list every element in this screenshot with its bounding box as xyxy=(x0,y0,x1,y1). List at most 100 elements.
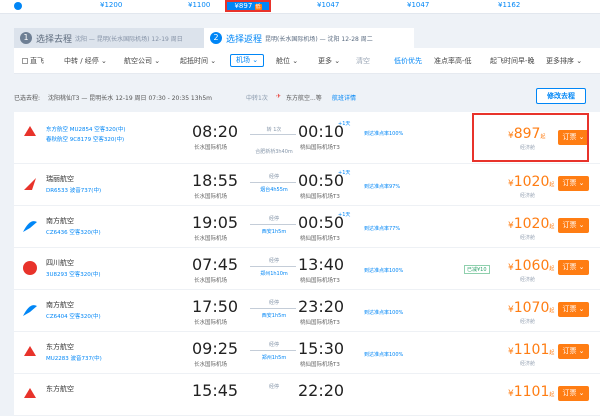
time-filter[interactable]: 起抵时间 ⌄ xyxy=(180,56,216,66)
outbound-route: 沈阳桃仙T3 — 昆明长水 12-19 周日 07:30 - 20:35 13h… xyxy=(48,95,213,102)
departure-time: 08:20 xyxy=(192,122,239,141)
airline-logo-icon xyxy=(22,176,38,192)
airport-filter[interactable]: 机场 ⌄ xyxy=(230,54,265,67)
stop-city: 郑州1h5m xyxy=(261,355,287,361)
date-price[interactable]: ¥1100 xyxy=(188,1,210,9)
prev-dates-icon[interactable] xyxy=(14,2,22,10)
book-button[interactable]: 订票 ⌄ xyxy=(558,176,589,191)
flight-detail-link[interactable]: 航班详情 xyxy=(332,93,356,102)
sort-low-price[interactable]: 低价优先 xyxy=(394,56,422,66)
next-day-marker: +1天 xyxy=(338,121,351,127)
flight-row[interactable]: 南方航空 CZ6404 空客320(中) 17:50 长水国际机场 经停 西安1… xyxy=(14,290,600,332)
stop-city: 烟台4h55m xyxy=(260,187,288,193)
sort-ontime[interactable]: 准点率高-低 xyxy=(434,56,472,66)
route-line xyxy=(250,134,296,135)
flight-price: ¥1020起 xyxy=(508,174,555,190)
flight-code: MU2283 波音737(中) xyxy=(46,356,102,362)
ontime-rate: 到达准点率100% xyxy=(364,310,404,316)
cabin-filter[interactable]: 舱位 ⌄ xyxy=(276,56,298,66)
flight-row[interactable]: 东方航空 15:45 经停 22:20 ¥1101起 订票 ⌄ xyxy=(14,374,600,416)
book-label: 订票 xyxy=(562,347,577,355)
airline-logo-icon xyxy=(22,344,38,360)
tab-return[interactable]: 2 选择返程 昆明(长水国际机场) — 沈阳 12-28 周二 xyxy=(204,28,414,48)
flight-row[interactable]: 东方航空 MU2283 波音737(中) 09:25 长水国际机场 经停 郑州1… xyxy=(14,332,600,374)
clear-filters-link[interactable]: 清空 xyxy=(356,56,370,66)
date-price-selected[interactable]: ¥897 低 xyxy=(225,0,271,12)
more-filter[interactable]: 更多 ⌄ xyxy=(318,56,340,66)
route-line xyxy=(250,182,296,183)
book-label: 订票 xyxy=(562,305,577,313)
change-outbound-button[interactable]: 修改去程 xyxy=(536,88,586,104)
outbound-stop: 中转1次 xyxy=(246,95,268,102)
route-line xyxy=(250,224,296,225)
direct-checkbox[interactable]: 直飞 xyxy=(22,56,44,66)
ontime-rate: 到达准点率97% xyxy=(364,184,401,190)
airline-filter-label: 航空公司 xyxy=(124,57,152,65)
flight-price: ¥1070起 xyxy=(508,300,555,316)
airline-name: 瑞丽航空 xyxy=(46,175,74,183)
cabin-note: 经济舱 xyxy=(520,361,536,367)
departure-airport: 长水国际机场 xyxy=(194,278,228,284)
low-price-badge: 低 xyxy=(254,4,262,10)
stop-info: 经停 xyxy=(268,300,279,306)
tab-label: 选择去程 xyxy=(36,34,73,45)
sort-more[interactable]: 更多排序 ⌄ xyxy=(546,56,582,66)
tab-route: 沈阳 — 昆明(长水国际机场) 12-19 周日 xyxy=(75,35,183,43)
stop-city: 西安1h5m xyxy=(261,229,287,235)
book-button[interactable]: 订票 ⌄ xyxy=(558,302,589,317)
airline-name: 东方航空 xyxy=(46,385,74,393)
cabin-note: 经济舱 xyxy=(520,193,536,199)
arrival-time: 23:20 xyxy=(298,297,345,316)
flight-row[interactable]: 瑞丽航空 DR6533 波音737(中) 18:55 长水国际机场 经停 烟台4… xyxy=(14,164,600,206)
ontime-rate: 到达准点率77% xyxy=(364,226,401,232)
book-button[interactable]: 订票 ⌄ xyxy=(558,344,589,359)
departure-airport: 长水国际机场 xyxy=(194,320,228,326)
discount-tag: 已减¥10 xyxy=(464,265,490,274)
flight-row[interactable]: 四川航空 3U8293 空客320(中) 07:45 长水国际机场 经停 郑州1… xyxy=(14,248,600,290)
date-price-strip: ¥1200 ¥1100 ¥897 低 ¥1047 ¥1047 ¥1162 xyxy=(0,0,600,14)
next-day-marker: +1天 xyxy=(338,170,351,176)
arrival-airport: 桃仙国际机场T3 xyxy=(300,320,340,326)
trip-step-tabs: 1 选择去程 沈阳 — 昆明(长水国际机场) 12-19 周日 2 选择返程 昆… xyxy=(14,28,600,48)
airline-filter[interactable]: 航空公司 ⌄ xyxy=(124,56,160,66)
flight-row[interactable]: 南方航空 CZ6436 空客320(中) 19:05 长水国际机场 经停 西安1… xyxy=(14,206,600,248)
route-line xyxy=(250,350,296,351)
next-day-marker: +1天 xyxy=(338,212,351,218)
airport-filter-label: 机场 xyxy=(236,56,250,64)
departure-time: 07:45 xyxy=(192,255,239,274)
date-price[interactable]: ¥1047 xyxy=(317,1,339,9)
sort-more-label: 更多排序 xyxy=(546,57,574,65)
direct-label: 直飞 xyxy=(30,57,44,65)
book-label: 订票 xyxy=(562,221,577,229)
ontime-rate: 到达准点率100% xyxy=(364,268,404,274)
step-number: 1 xyxy=(20,32,32,44)
cabin-note: 经济舱 xyxy=(520,235,536,241)
flight-price: ¥1020起 xyxy=(508,216,555,232)
stop-info: 经停 xyxy=(268,216,279,222)
book-label: 订票 xyxy=(562,263,577,271)
date-price[interactable]: ¥1047 xyxy=(407,1,429,9)
flight-code: 春秋航空 9C8179 空客320(中) xyxy=(46,137,125,143)
airline-logo-icon xyxy=(22,260,38,276)
flight-code: DR6533 波音737(中) xyxy=(46,188,102,194)
stop-filter[interactable]: 中转 / 经停 ⌄ xyxy=(64,56,107,66)
stop-city: 郑州1h10m xyxy=(260,271,288,277)
departure-airport: 长水国际机场 xyxy=(194,236,228,242)
departure-airport: 长水国际机场 xyxy=(194,194,228,200)
sort-dep-time[interactable]: 起飞时间早-晚 xyxy=(490,56,535,66)
book-label: 订票 xyxy=(562,389,577,397)
date-price[interactable]: ¥1200 xyxy=(100,1,122,9)
date-price[interactable]: ¥1162 xyxy=(498,1,520,9)
flight-price: ¥1060起 xyxy=(508,258,555,274)
book-button[interactable]: 订票 ⌄ xyxy=(558,260,589,275)
selected-outbound: 已选去程: 沈阳桃仙T3 — 昆明长水 12-19 周日 07:30 - 20:… xyxy=(14,88,600,106)
arrival-time: 22:20 xyxy=(298,381,345,400)
book-label: 订票 xyxy=(562,179,577,187)
transfer-info: 转 1次 xyxy=(266,127,282,133)
tab-outbound[interactable]: 1 选择去程 沈阳 — 昆明(长水国际机场) 12-19 周日 xyxy=(14,28,204,48)
departure-time: 18:55 xyxy=(192,171,239,190)
book-button[interactable]: 订票 ⌄ xyxy=(558,386,589,401)
book-button[interactable]: 订票 ⌄ xyxy=(558,218,589,233)
arrival-airport: 桃仙国际机场T3 xyxy=(300,194,340,200)
flight-price: ¥1101起 xyxy=(508,342,555,358)
